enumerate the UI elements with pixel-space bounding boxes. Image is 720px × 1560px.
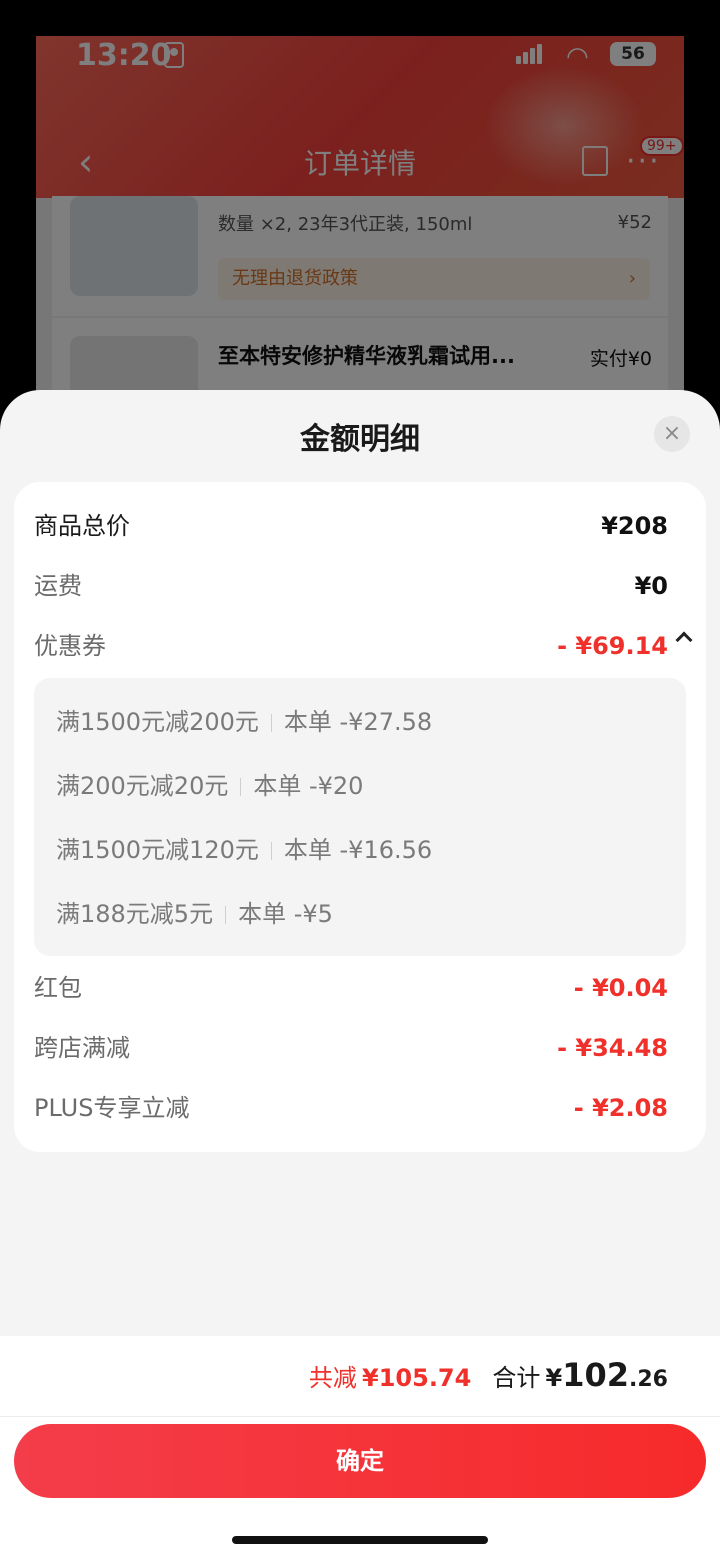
- amount-breakdown-card: 商品总价 ¥208 运费 ¥0 优惠券 - ¥69.14 满1500元减200元…: [14, 482, 706, 1152]
- row-value: - ¥2.08: [573, 1094, 668, 1122]
- coupon-amount: 本单 -¥27.58: [283, 708, 433, 736]
- coupon-rule: 满188元减5元: [56, 900, 214, 928]
- coupon-item: 满1500元减120元 本单 -¥16.56: [56, 830, 432, 870]
- row-label: 商品总价: [34, 512, 130, 540]
- row-red-packet: 红包 - ¥0.04: [34, 968, 668, 1008]
- coupon-detail-list: 满1500元减200元 本单 -¥27.58 满200元减20元 本单 -¥20 满…: [34, 678, 686, 956]
- row-cross-store: 跨店满减 - ¥34.48: [34, 1028, 668, 1068]
- row-value: ¥0: [634, 572, 668, 600]
- coupon-rule: 满1500元减120元: [56, 836, 259, 864]
- coupon-rule: 满200元减20元: [56, 772, 229, 800]
- row-value: ¥208: [601, 512, 668, 540]
- row-coupon[interactable]: 优惠券 - ¥69.14: [34, 626, 693, 666]
- row-value: - ¥69.14: [557, 632, 668, 660]
- separator: [240, 778, 242, 796]
- row-label: 跨店满减: [34, 1034, 130, 1062]
- row-label: PLUS专享立减: [34, 1094, 190, 1122]
- row-value: - ¥0.04: [573, 974, 668, 1002]
- row-goods-total: 商品总价 ¥208: [34, 506, 668, 546]
- row-shipping: 运费 ¥0: [34, 566, 668, 606]
- row-value: - ¥34.48: [557, 1034, 668, 1062]
- row-label: 优惠券: [34, 632, 106, 660]
- total-summary: 共减 ¥105.74 合计 ¥102.26: [309, 1356, 668, 1400]
- separator: [270, 714, 272, 732]
- coupon-rule: 满1500元减200元: [56, 708, 259, 736]
- saved-label: 共减: [308, 1364, 357, 1392]
- confirm-button[interactable]: 确定: [14, 1424, 706, 1498]
- separator: [225, 906, 227, 924]
- sum-label: 合计: [492, 1364, 541, 1392]
- divider: [0, 1416, 720, 1417]
- coupon-amount: 本单 -¥16.56: [283, 836, 433, 864]
- close-icon: ×: [662, 421, 682, 446]
- sum-decimal: .26: [629, 1367, 668, 1392]
- sheet-footer: 共减 ¥105.74 合计 ¥102.26 确定: [0, 1336, 720, 1560]
- coupon-item: 满200元减20元 本单 -¥20: [56, 766, 363, 806]
- coupon-item: 满1500元减200元 本单 -¥27.58: [56, 702, 432, 742]
- home-indicator[interactable]: [232, 1536, 488, 1544]
- chevron-up-icon[interactable]: [675, 631, 693, 649]
- coupon-amount: 本单 -¥20: [253, 772, 364, 800]
- amount-detail-sheet: 金额明细 × 商品总价 ¥208 运费 ¥0 优惠券 - ¥69.14 满150…: [0, 390, 720, 1560]
- close-button[interactable]: ×: [654, 416, 690, 452]
- coupon-amount: 本单 -¥5: [238, 900, 333, 928]
- row-label: 运费: [34, 572, 82, 600]
- sum-integer: 102: [562, 1356, 630, 1394]
- row-label: 红包: [34, 974, 82, 1002]
- separator: [270, 842, 272, 860]
- sum-currency: ¥: [545, 1364, 563, 1392]
- saved-value: ¥105.74: [362, 1364, 472, 1392]
- coupon-item: 满188元减5元 本单 -¥5: [56, 894, 333, 934]
- row-plus-discount: PLUS专享立减 - ¥2.08: [34, 1088, 668, 1128]
- sheet-title: 金额明细: [300, 422, 420, 457]
